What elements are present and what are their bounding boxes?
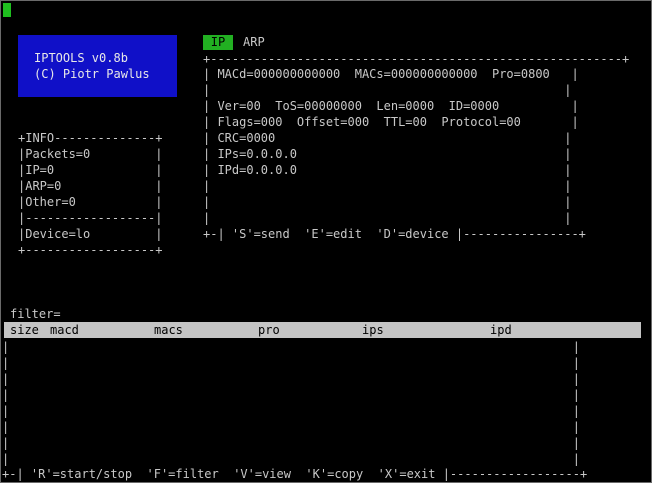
column-pro[interactable]: pro bbox=[258, 322, 280, 338]
app-author: (C) Piotr Pawlus bbox=[34, 67, 150, 81]
packet-blank-row: | | bbox=[203, 211, 572, 225]
column-size[interactable]: size bbox=[10, 322, 39, 338]
column-macs[interactable]: macs bbox=[154, 322, 183, 338]
table-row: | | bbox=[2, 436, 580, 450]
app-title: IPTOOLS v0.8b bbox=[34, 51, 128, 65]
tab-arp[interactable]: ARP bbox=[243, 35, 265, 50]
info-ip-count: |IP=0 | bbox=[18, 163, 163, 177]
column-ips[interactable]: ips bbox=[362, 322, 384, 338]
packet-field-ipd[interactable]: | IPd=0.0.0.0 | bbox=[203, 162, 571, 178]
app-title-box: IPTOOLS v0.8b (C) Piotr Pawlus bbox=[18, 35, 177, 97]
table-row: | | bbox=[2, 452, 580, 466]
info-device[interactable]: |Device=lo | bbox=[18, 226, 163, 242]
column-ipd[interactable]: ipd bbox=[490, 322, 512, 338]
table-row: | | bbox=[2, 404, 580, 418]
footer-command-bar: +-| 'R'=start/stop 'F'=filter 'V'=view '… bbox=[2, 467, 588, 481]
packet-blank-row: | | bbox=[203, 83, 572, 97]
info-panel-bottom-border: +------------------+ bbox=[18, 243, 163, 257]
packet-field-mac[interactable]: | MACd=000000000000 MACs=000000000000 Pr… bbox=[203, 66, 579, 82]
table-row: | | bbox=[2, 356, 580, 370]
tab-ip[interactable]: IP bbox=[203, 35, 233, 50]
packet-blank-row: | | bbox=[203, 195, 572, 209]
packet-field-crc[interactable]: | CRC=0000 | bbox=[203, 130, 571, 146]
packet-field-header[interactable]: | Ver=00 ToS=00000000 Len=0000 ID=0000 | bbox=[203, 98, 579, 114]
info-other-count: |Other=0 | bbox=[18, 195, 163, 209]
packet-field-ips[interactable]: | IPs=0.0.0.0 | bbox=[203, 146, 571, 162]
table-row: | | bbox=[2, 420, 580, 434]
table-row: | | bbox=[2, 388, 580, 402]
table-row: | | bbox=[2, 372, 580, 386]
packet-blank-row: | | bbox=[203, 179, 572, 193]
column-macd[interactable]: macd bbox=[50, 322, 79, 338]
packet-panel-commands: +-| 'S'=send 'E'=edit 'D'=device |------… bbox=[203, 227, 586, 241]
info-packets: |Packets=0 | bbox=[18, 147, 163, 161]
info-divider: |------------------| bbox=[18, 211, 163, 225]
packet-field-flags[interactable]: | Flags=000 Offset=000 TTL=00 Protocol=0… bbox=[203, 114, 579, 130]
filter-label: filter= bbox=[10, 307, 61, 321]
terminal-cursor bbox=[3, 3, 11, 17]
table-header: size macd macs pro ips ipd bbox=[4, 322, 641, 338]
packet-panel-top-border: +---------------------------------------… bbox=[203, 52, 630, 66]
info-panel-header: +INFO--------------+ bbox=[18, 131, 163, 145]
info-arp-count: |ARP=0 | bbox=[18, 179, 163, 193]
table-row: | | bbox=[2, 340, 580, 354]
